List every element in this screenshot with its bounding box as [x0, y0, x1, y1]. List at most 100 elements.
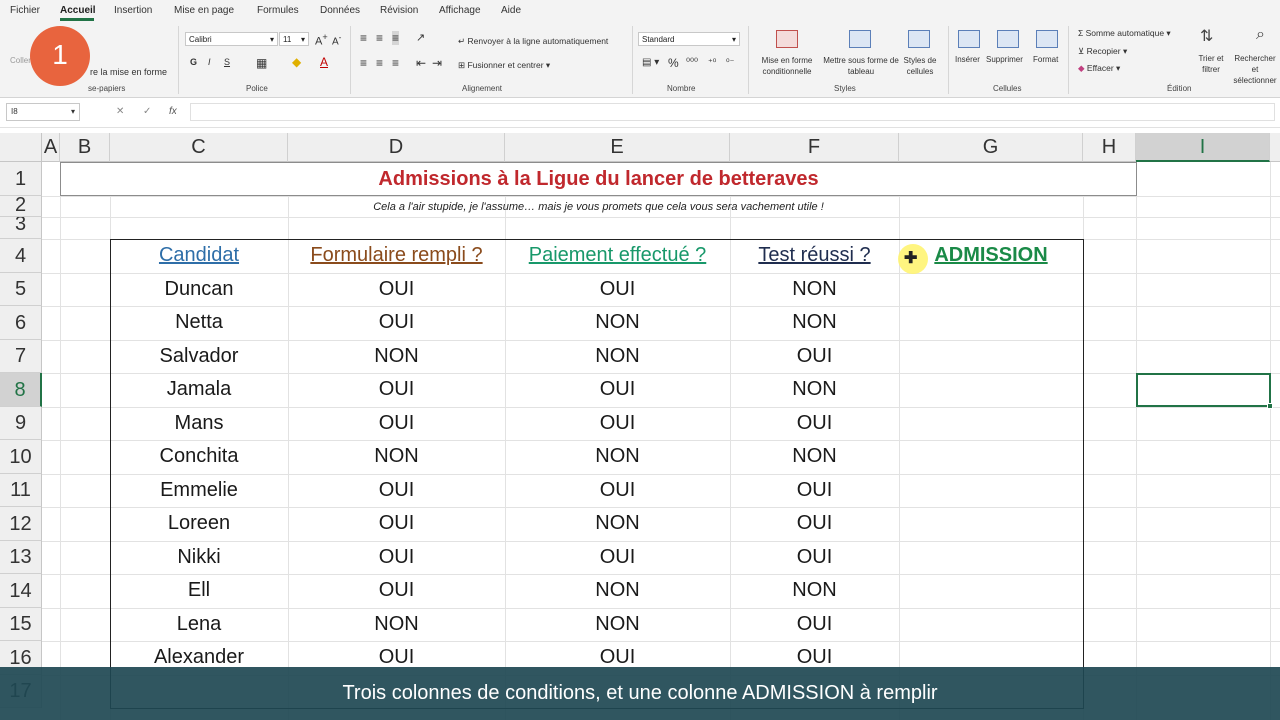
indent-icon[interactable]: ⇤	[416, 56, 426, 70]
outdent-icon[interactable]: ⇥	[432, 56, 442, 70]
cell-candidat[interactable]: Loreen	[110, 512, 288, 540]
thousands-icon[interactable]: ⁰⁰⁰	[686, 57, 698, 68]
cancel-icon[interactable]: ✕	[116, 106, 124, 117]
cell-formulaire[interactable]: NON	[288, 445, 505, 473]
cell-formulaire[interactable]: OUI	[288, 579, 505, 607]
cell-candidat[interactable]: Salvador	[110, 345, 288, 373]
column-header-c[interactable]: C	[110, 133, 288, 162]
cell-paiement[interactable]: OUI	[505, 479, 730, 507]
font-color-icon[interactable]: A	[320, 55, 328, 69]
cell-candidat[interactable]: Jamala	[110, 378, 288, 406]
cell-test[interactable]: NON	[730, 278, 899, 306]
row-header-9[interactable]: 9	[0, 407, 42, 440]
align-top-icon[interactable]: ≡	[360, 31, 367, 45]
menu-mise-en-page[interactable]: Mise en page	[174, 5, 234, 16]
paste-button[interactable]: Coller	[10, 56, 31, 65]
bold-button[interactable]: G	[190, 57, 197, 67]
conditional-format-icon[interactable]	[776, 30, 798, 48]
cell-test[interactable]: NON	[730, 445, 899, 473]
orientation-icon[interactable]: ↗	[416, 31, 425, 44]
menu-aide[interactable]: Aide	[501, 5, 521, 16]
sort-filter-button[interactable]: Trier et filtrer	[1193, 53, 1229, 75]
cell-test[interactable]: OUI	[730, 512, 899, 540]
cell-paiement[interactable]: NON	[505, 579, 730, 607]
fill-color-icon[interactable]: ◆	[292, 55, 301, 69]
cell-formulaire[interactable]: OUI	[288, 512, 505, 540]
underline-button[interactable]: S	[224, 57, 230, 67]
cell-candidat[interactable]: Emmelie	[110, 479, 288, 507]
column-header-b[interactable]: B	[60, 133, 110, 162]
format-as-table-button[interactable]: Mettre sous forme de tableau	[822, 55, 900, 77]
row-header-7[interactable]: 7	[0, 340, 42, 373]
sort-filter-icon[interactable]: ⇅	[1200, 26, 1213, 46]
cell-styles-icon[interactable]	[908, 30, 930, 48]
cell-test[interactable]: OUI	[730, 345, 899, 373]
header-test[interactable]: Test réussi ?	[730, 244, 899, 272]
format-icon[interactable]	[1036, 30, 1058, 48]
header-admission[interactable]: ADMISSION	[930, 244, 1052, 272]
cell-candidat[interactable]: Netta	[110, 311, 288, 339]
row-header-1[interactable]: 1	[0, 162, 42, 196]
cell-test[interactable]: NON	[730, 378, 899, 406]
increase-decimal-icon[interactable]: ⁺⁰	[708, 57, 716, 68]
cell-formulaire[interactable]: OUI	[288, 311, 505, 339]
row-header-5[interactable]: 5	[0, 273, 42, 306]
italic-button[interactable]: I	[208, 57, 211, 67]
cell-paiement[interactable]: NON	[505, 345, 730, 373]
percent-button[interactable]: %	[668, 56, 679, 70]
cell-test[interactable]: OUI	[730, 546, 899, 574]
column-header-f[interactable]: F	[730, 133, 899, 162]
shrink-font-icon[interactable]: A-	[332, 32, 341, 47]
menu-accueil[interactable]: Accueil	[60, 5, 96, 16]
column-header-g[interactable]: G	[899, 133, 1083, 162]
insert-icon[interactable]	[958, 30, 980, 48]
grow-font-icon[interactable]: A+	[315, 32, 328, 48]
menu-insertion[interactable]: Insertion	[114, 5, 152, 16]
cell-candidat[interactable]: Mans	[110, 412, 288, 440]
header-paiement[interactable]: Paiement effectué ?	[505, 244, 730, 272]
cell-paiement[interactable]: OUI	[505, 412, 730, 440]
font-name-dropdown[interactable]: Calibri ▾	[185, 32, 278, 46]
search-icon[interactable]: ⌕	[1256, 26, 1265, 44]
font-size-dropdown[interactable]: 11 ▾	[279, 32, 309, 46]
confirm-icon[interactable]: ✓	[143, 106, 151, 117]
header-candidat[interactable]: Candidat	[110, 244, 288, 272]
row-header-13[interactable]: 13	[0, 541, 42, 574]
row-header-12[interactable]: 12	[0, 507, 42, 541]
cell-formulaire[interactable]: OUI	[288, 378, 505, 406]
selected-cell-i8[interactable]	[1136, 373, 1271, 407]
insert-button[interactable]: Insérer	[955, 55, 980, 64]
align-right-icon[interactable]: ≡	[392, 56, 399, 70]
column-header-d[interactable]: D	[288, 133, 505, 162]
cell-test[interactable]: OUI	[730, 479, 899, 507]
cell-formulaire[interactable]: OUI	[288, 412, 505, 440]
cell-paiement[interactable]: OUI	[505, 378, 730, 406]
column-header-a[interactable]: A	[42, 133, 60, 162]
column-header-h[interactable]: H	[1083, 133, 1136, 162]
row-header-14[interactable]: 14	[0, 574, 42, 608]
fill-button[interactable]: ⊻ Recopier ▾	[1078, 46, 1127, 57]
row-header-6[interactable]: 6	[0, 306, 42, 340]
row-header-3[interactable]: 3	[0, 217, 42, 239]
cell-paiement[interactable]: NON	[505, 512, 730, 540]
cell-test[interactable]: OUI	[730, 412, 899, 440]
cell-formulaire[interactable]: OUI	[288, 278, 505, 306]
cell-paiement[interactable]: OUI	[505, 546, 730, 574]
align-center-icon[interactable]: ≡	[376, 56, 383, 70]
find-select-button[interactable]: Rechercher et sélectionner	[1230, 53, 1280, 86]
fill-handle[interactable]	[1267, 403, 1273, 409]
cell-formulaire[interactable]: NON	[288, 345, 505, 373]
column-header-e[interactable]: E	[505, 133, 730, 162]
cell-formulaire[interactable]: OUI	[288, 546, 505, 574]
delete-button[interactable]: Supprimer	[986, 55, 1023, 64]
cell-candidat[interactable]: Nikki	[110, 546, 288, 574]
cell-paiement[interactable]: NON	[505, 445, 730, 473]
cell-candidat[interactable]: Ell	[110, 579, 288, 607]
row-header-15[interactable]: 15	[0, 608, 42, 641]
cell-candidat[interactable]: Lena	[110, 613, 288, 641]
row-header-8[interactable]: 8	[0, 373, 42, 407]
insert-function-icon[interactable]: fx	[169, 106, 177, 117]
autosum-button[interactable]: Σ Somme automatique ▾	[1078, 28, 1171, 39]
row-header-4[interactable]: 4	[0, 239, 42, 273]
menu-fichier[interactable]: Fichier	[10, 5, 40, 16]
